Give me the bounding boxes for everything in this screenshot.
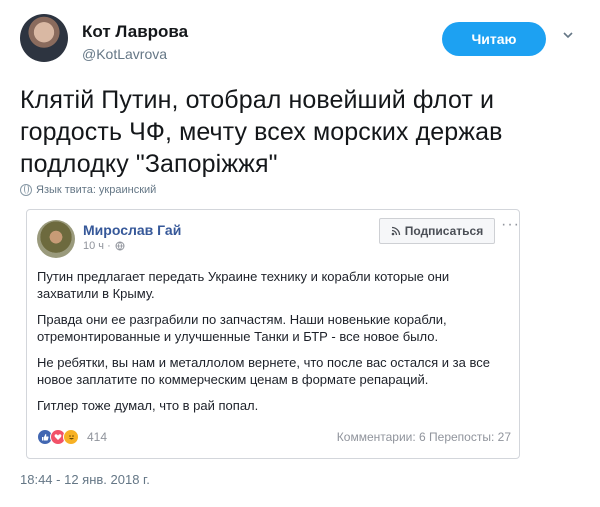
fb-paragraph: Не ребятки, вы нам и металлолом вернете,… xyxy=(37,355,490,387)
tweet-text: Клятій Путин, отобрал новейший флот и го… xyxy=(20,86,503,178)
fb-author-name[interactable]: Мирослав Гай xyxy=(83,222,181,238)
fb-post-time: 10 ч · xyxy=(83,240,125,252)
more-options-icon[interactable]: ··· xyxy=(501,216,520,234)
reactions-count[interactable]: 414 xyxy=(87,430,107,444)
reactions[interactable] xyxy=(37,429,79,445)
subscribe-button[interactable]: Подписаться xyxy=(379,218,495,244)
fb-paragraph: Путин предлагает передать Украине техник… xyxy=(37,269,450,301)
fb-post-time-text: 10 ч · xyxy=(83,240,111,252)
rss-icon xyxy=(391,226,400,236)
language-note-text: Язык твита: украинский xyxy=(36,184,157,196)
fb-paragraph: Гитлер тоже думал, что в рай попал. xyxy=(37,398,259,413)
fb-author-avatar[interactable] xyxy=(37,220,75,258)
subscribe-label: Подписаться xyxy=(404,224,484,238)
tweet-header: Кот Лаврова @KotLavrova Читаю xyxy=(16,12,584,72)
globe-icon xyxy=(115,241,125,251)
fb-post-body: Путин предлагает передать Украине техник… xyxy=(37,268,509,423)
fb-stats[interactable]: Комментарии: 6 Перепосты: 27 xyxy=(337,430,511,444)
embedded-facebook-post[interactable]: Мирослав Гай 10 ч · Подписаться ··· Пути… xyxy=(26,209,520,459)
language-note: Язык твита: украинский xyxy=(20,184,156,196)
follow-button[interactable]: Читаю xyxy=(442,22,546,56)
fb-post-footer: 414 Комментарии: 6 Перепосты: 27 xyxy=(37,428,511,446)
author-avatar[interactable] xyxy=(20,14,68,62)
haha-reaction-icon xyxy=(63,429,79,445)
fb-paragraph: Правда они ее разграбили по запчастям. Н… xyxy=(37,312,447,344)
tweet-timestamp[interactable]: 18:44 - 12 янв. 2018 г. xyxy=(20,472,150,487)
chevron-down-icon[interactable] xyxy=(561,28,575,42)
globe-icon xyxy=(20,184,32,196)
author-handle[interactable]: @KotLavrova xyxy=(82,46,167,62)
author-name[interactable]: Кот Лаврова xyxy=(82,22,188,42)
